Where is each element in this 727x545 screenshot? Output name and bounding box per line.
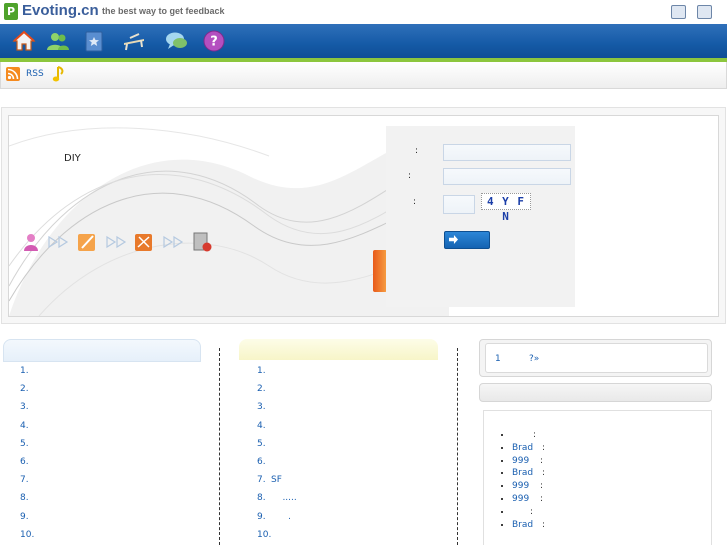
activity-item[interactable]: 999: bbox=[512, 493, 545, 506]
hero-frame: DIY : : : 4 Y F N bbox=[8, 115, 719, 317]
home-icon[interactable] bbox=[12, 29, 36, 53]
left-ranked-list: 1. 2. 3. 4. 5. 6. 7. 8. 9. 10. bbox=[20, 362, 210, 544]
list-item[interactable]: 5. bbox=[257, 435, 452, 453]
list-item[interactable]: 1. bbox=[20, 362, 210, 380]
main-nav-bar: ? bbox=[0, 24, 727, 58]
site-tagline: the best way to get feedback bbox=[102, 6, 225, 16]
logo-icon[interactable]: P bbox=[4, 3, 18, 20]
list-item[interactable]: 1. bbox=[257, 362, 452, 380]
list-item[interactable]: 2. bbox=[257, 380, 452, 398]
tools-orange-icon bbox=[134, 232, 154, 252]
list-item[interactable]: 7. bbox=[20, 471, 210, 489]
rss-icon[interactable] bbox=[6, 67, 20, 81]
activity-item[interactable]: Brad: bbox=[512, 467, 545, 480]
activity-item[interactable]: Brad: bbox=[512, 519, 545, 532]
poll-box: 1 ?» bbox=[479, 339, 712, 377]
arrow-right-icon bbox=[162, 232, 186, 252]
red-book-icon bbox=[373, 250, 387, 292]
poll-more-link[interactable]: ?» bbox=[529, 354, 539, 364]
arrow-right-icon bbox=[105, 232, 129, 252]
list-item[interactable]: 3. bbox=[20, 398, 210, 416]
list-item[interactable]: 10. bbox=[20, 526, 210, 544]
activity-item[interactable]: 999: bbox=[512, 480, 545, 493]
list-item[interactable]: 8. ..... bbox=[257, 489, 452, 507]
top-header: P Evoting.cn the best way to get feedbac… bbox=[0, 0, 727, 24]
bookmark-icon[interactable] bbox=[82, 29, 106, 53]
list-item[interactable]: 7. SF bbox=[257, 471, 452, 489]
window-icon[interactable] bbox=[697, 5, 712, 19]
captcha-image[interactable]: 4 Y F N bbox=[481, 193, 531, 223]
list-item[interactable]: 4. bbox=[257, 417, 452, 435]
username-input[interactable] bbox=[443, 144, 571, 161]
list-item[interactable]: 2. bbox=[20, 380, 210, 398]
left-column-header bbox=[3, 339, 201, 362]
sub-toolbar: RSS bbox=[0, 62, 727, 89]
diy-label: DIY bbox=[64, 153, 81, 164]
list-item[interactable]: 10. bbox=[257, 526, 452, 544]
middle-column-header bbox=[239, 339, 438, 360]
poll-number-link[interactable]: 1 bbox=[495, 354, 501, 364]
login-panel: : : : 4 Y F N bbox=[386, 126, 575, 307]
activity-box: : Brad: 999: Brad: 999: 999: : Brad: bbox=[483, 410, 712, 545]
list-item[interactable]: 9. bbox=[20, 508, 210, 526]
user-pink-icon bbox=[21, 232, 41, 252]
rss-link[interactable]: RSS bbox=[26, 69, 44, 79]
activity-item[interactable]: : bbox=[512, 429, 545, 442]
column-divider bbox=[457, 348, 458, 545]
edit-quill-icon bbox=[77, 232, 97, 252]
svg-text:?: ? bbox=[210, 35, 218, 50]
middle-ranked-list: 1. 2. 3. 4. 5. 6. 7. SF 8. ..... 9. . 10. bbox=[257, 362, 452, 544]
captcha-label: : bbox=[413, 197, 417, 207]
arrow-right-icon bbox=[47, 232, 71, 252]
users-icon[interactable] bbox=[46, 29, 70, 53]
activity-list: : Brad: 999: Brad: 999: 999: : Brad: bbox=[512, 429, 545, 531]
site-logo[interactable]: Evoting.cn bbox=[22, 2, 99, 19]
username-label: : bbox=[415, 146, 419, 156]
chat-icon[interactable] bbox=[165, 29, 189, 53]
list-item[interactable]: 4. bbox=[20, 417, 210, 435]
password-input[interactable] bbox=[443, 168, 571, 185]
list-item[interactable]: 9. . bbox=[257, 508, 452, 526]
list-item[interactable]: 6. bbox=[257, 453, 452, 471]
print-preview-icon[interactable] bbox=[671, 5, 686, 19]
list-item[interactable]: 3. bbox=[257, 398, 452, 416]
list-item[interactable]: 5. bbox=[20, 435, 210, 453]
column-divider bbox=[219, 348, 220, 545]
poll-inner: 1 ?» bbox=[485, 343, 708, 373]
hero-banner: DIY : : : 4 Y F N bbox=[1, 107, 726, 324]
report-icon bbox=[192, 232, 212, 252]
password-label: : bbox=[408, 171, 412, 181]
table-tools-icon[interactable] bbox=[122, 29, 146, 53]
arrow-icon bbox=[449, 235, 458, 244]
right-section-header bbox=[479, 383, 712, 402]
activity-item[interactable]: 999: bbox=[512, 455, 545, 468]
activity-item[interactable]: : bbox=[512, 506, 545, 519]
music-note-icon[interactable] bbox=[52, 65, 66, 83]
activity-item[interactable]: Brad: bbox=[512, 442, 545, 455]
help-icon[interactable]: ? bbox=[202, 29, 226, 53]
captcha-input[interactable] bbox=[443, 195, 475, 214]
login-button[interactable] bbox=[444, 231, 490, 249]
list-item[interactable]: 6. bbox=[20, 453, 210, 471]
list-item[interactable]: 8. bbox=[20, 489, 210, 507]
